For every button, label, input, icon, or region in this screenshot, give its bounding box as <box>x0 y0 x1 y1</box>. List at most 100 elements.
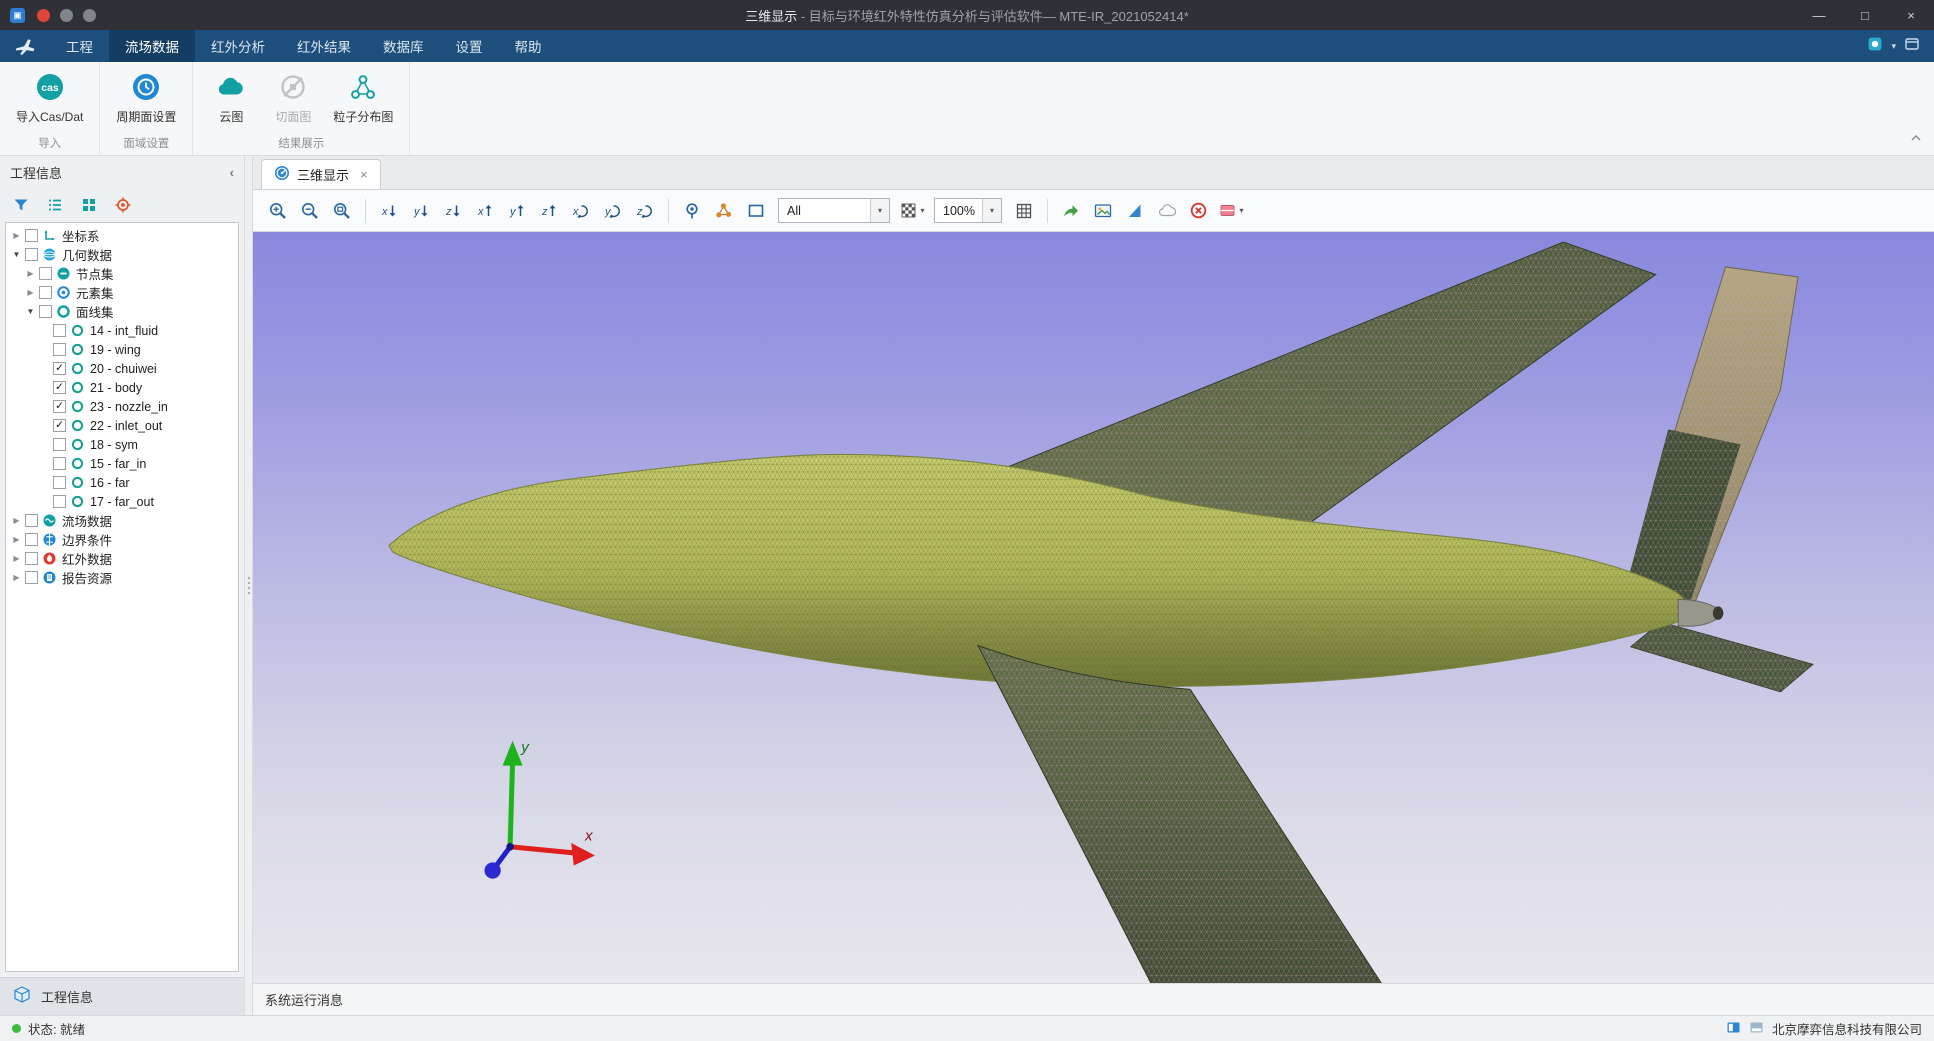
zoom-in-icon[interactable] <box>263 196 293 226</box>
checkbox-geometry-data[interactable] <box>25 248 38 261</box>
checkbox-element-set[interactable] <box>39 286 52 299</box>
snapshot-icon[interactable] <box>1088 196 1118 226</box>
grid-view-icon[interactable] <box>80 196 98 214</box>
tree-item-surface-21-body[interactable]: ✓21 - body <box>6 378 238 397</box>
expander-closed-icon[interactable]: ▶ <box>24 288 37 297</box>
checkbox-surface-17-far-out[interactable] <box>53 495 66 508</box>
mesh-grid-icon[interactable] <box>1009 196 1039 226</box>
window-minimize-button[interactable]: — <box>1796 0 1842 30</box>
checkbox-surface-15-far-in[interactable] <box>53 457 66 470</box>
tree-item-report-resources[interactable]: ▶报告资源 <box>6 568 238 587</box>
tree-item-coordinate-system[interactable]: ▶坐标系 <box>6 226 238 245</box>
expander-closed-icon[interactable]: ▶ <box>10 573 23 582</box>
view-z-up-icon[interactable]: z <box>534 196 564 226</box>
menu-tab-flow-data[interactable]: 流场数据 <box>109 30 195 62</box>
checkbox-boundary-conditions[interactable] <box>25 533 38 546</box>
combo-arrow-icon[interactable]: ▾ <box>870 199 889 222</box>
tab-3d-display[interactable]: 三维显示 × <box>261 159 381 189</box>
menu-tab-engineering[interactable]: 工程 <box>50 30 109 62</box>
menu-tab-help[interactable]: 帮助 <box>499 30 558 62</box>
window-maximize-button[interactable]: □ <box>1842 0 1888 30</box>
tree-item-surface-18-sym[interactable]: 18 - sym <box>6 435 238 454</box>
theme-dropdown-arrow-icon[interactable]: ▾ <box>1891 41 1896 52</box>
display-filter-combo[interactable]: All▾ <box>778 198 890 223</box>
menu-tab-database[interactable]: 数据库 <box>367 30 440 62</box>
window-style-icon[interactable] <box>1904 36 1920 57</box>
rotate-view-z-icon[interactable]: z <box>630 196 660 226</box>
tree-item-surface-23-nozzle-in[interactable]: ✓23 - nozzle_in <box>6 397 238 416</box>
tree-item-surface-15-far-in[interactable]: 15 - far_in <box>6 454 238 473</box>
titlebar-dot-gray-2[interactable] <box>83 9 96 22</box>
ribbon-button-import-cas-dat[interactable]: cas导入Cas/Dat <box>10 68 89 127</box>
checkbox-surface-20-chuiwei[interactable]: ✓ <box>53 362 66 375</box>
expander-closed-icon[interactable]: ▶ <box>24 269 37 278</box>
expander-closed-icon[interactable]: ▶ <box>10 516 23 525</box>
rotate-view-x-icon[interactable]: x <box>566 196 596 226</box>
system-message-bar[interactable]: 系统运行消息 <box>253 983 1934 1015</box>
tree-item-surface-20-chuiwei[interactable]: ✓20 - chuiwei <box>6 359 238 378</box>
ribbon-button-particle-distribution[interactable]: 粒子分布图 <box>327 68 399 127</box>
ribbon-collapse-icon[interactable] <box>1910 129 1922 147</box>
tree-item-element-set[interactable]: ▶元素集 <box>6 283 238 302</box>
checkbox-surface-18-sym[interactable] <box>53 438 66 451</box>
expander-open-icon[interactable]: ▼ <box>10 250 23 259</box>
tree-item-infrared-data[interactable]: ▶红外数据 <box>6 549 238 568</box>
expander-closed-icon[interactable]: ▶ <box>10 535 23 544</box>
window-close-button[interactable]: × <box>1888 0 1934 30</box>
ribbon-button-cloud-map[interactable]: 云图 <box>203 68 259 127</box>
checkbox-coordinate-system[interactable] <box>25 229 38 242</box>
rotate-view-y-icon[interactable]: y <box>598 196 628 226</box>
ribbon-button-periodic-face-setup[interactable]: 周期面设置 <box>110 68 182 127</box>
toggle-left-panel-icon[interactable] <box>1726 1020 1741 1038</box>
zoom-fit-icon[interactable] <box>327 196 357 226</box>
checkbox-face-set[interactable] <box>39 305 52 318</box>
view-y-up-icon[interactable]: y <box>502 196 532 226</box>
toggle-bottom-panel-icon[interactable] <box>1749 1020 1764 1038</box>
tab-close-icon[interactable]: × <box>360 167 368 182</box>
section-plane-icon[interactable]: ▾ <box>1216 196 1246 226</box>
view-x-down-icon[interactable]: x <box>374 196 404 226</box>
combo-arrow-icon[interactable]: ▾ <box>982 199 1001 222</box>
filter-funnel-icon[interactable] <box>12 196 30 214</box>
dropdown-arrow-icon[interactable]: ▾ <box>920 206 924 215</box>
project-panel-bottom-tab[interactable]: 工程信息 <box>0 977 244 1015</box>
zoom-level-combo[interactable]: 100%▾ <box>934 198 1002 223</box>
box-select-icon[interactable] <box>741 196 771 226</box>
menu-tab-ir-results[interactable]: 红外结果 <box>281 30 367 62</box>
menu-tab-ir-analysis[interactable]: 红外分析 <box>195 30 281 62</box>
checkbox-surface-16-far[interactable] <box>53 476 66 489</box>
viewport-3d[interactable]: x y <box>253 232 1934 983</box>
expander-closed-icon[interactable]: ▶ <box>10 554 23 563</box>
expander-closed-icon[interactable]: ▶ <box>10 231 23 240</box>
tree-item-surface-14-int-fluid[interactable]: 14 - int_fluid <box>6 321 238 340</box>
export-view-icon[interactable] <box>1056 196 1086 226</box>
tree-item-boundary-conditions[interactable]: ▶边界条件 <box>6 530 238 549</box>
tree-item-face-set[interactable]: ▼面线集 <box>6 302 238 321</box>
titlebar-dot-gray-1[interactable] <box>60 9 73 22</box>
view-y-down-icon[interactable]: y <box>406 196 436 226</box>
titlebar-dot-red[interactable] <box>37 9 50 22</box>
menu-tab-settings[interactable]: 设置 <box>440 30 499 62</box>
checkbox-surface-14-int-fluid[interactable] <box>53 324 66 337</box>
locate-target-icon[interactable] <box>114 196 132 214</box>
cancel-selection-icon[interactable] <box>1184 196 1214 226</box>
tree-item-surface-22-inlet-out[interactable]: ✓22 - inlet_out <box>6 416 238 435</box>
dropdown-arrow-icon[interactable]: ▾ <box>1239 206 1243 215</box>
checkbox-surface-19-wing[interactable] <box>53 343 66 356</box>
tree-item-node-set[interactable]: ▶节点集 <box>6 264 238 283</box>
tree-item-geometry-data[interactable]: ▼几何数据 <box>6 245 238 264</box>
checkbox-report-resources[interactable] <box>25 571 38 584</box>
checkbox-flow-field-data[interactable] <box>25 514 38 527</box>
texture-pattern-icon[interactable]: ▾ <box>897 196 927 226</box>
tree-item-surface-19-wing[interactable]: 19 - wing <box>6 340 238 359</box>
checkbox-surface-23-nozzle-in[interactable]: ✓ <box>53 400 66 413</box>
theme-icon[interactable] <box>1867 36 1883 57</box>
tree-item-surface-17-far-out[interactable]: 17 - far_out <box>6 492 238 511</box>
probe-point-icon[interactable] <box>677 196 707 226</box>
zoom-out-icon[interactable] <box>295 196 325 226</box>
tree-item-flow-field-data[interactable]: ▶流场数据 <box>6 511 238 530</box>
view-x-up-icon[interactable]: x <box>470 196 500 226</box>
tree-item-surface-16-far[interactable]: 16 - far <box>6 473 238 492</box>
checkbox-node-set[interactable] <box>39 267 52 280</box>
checkbox-surface-21-body[interactable]: ✓ <box>53 381 66 394</box>
